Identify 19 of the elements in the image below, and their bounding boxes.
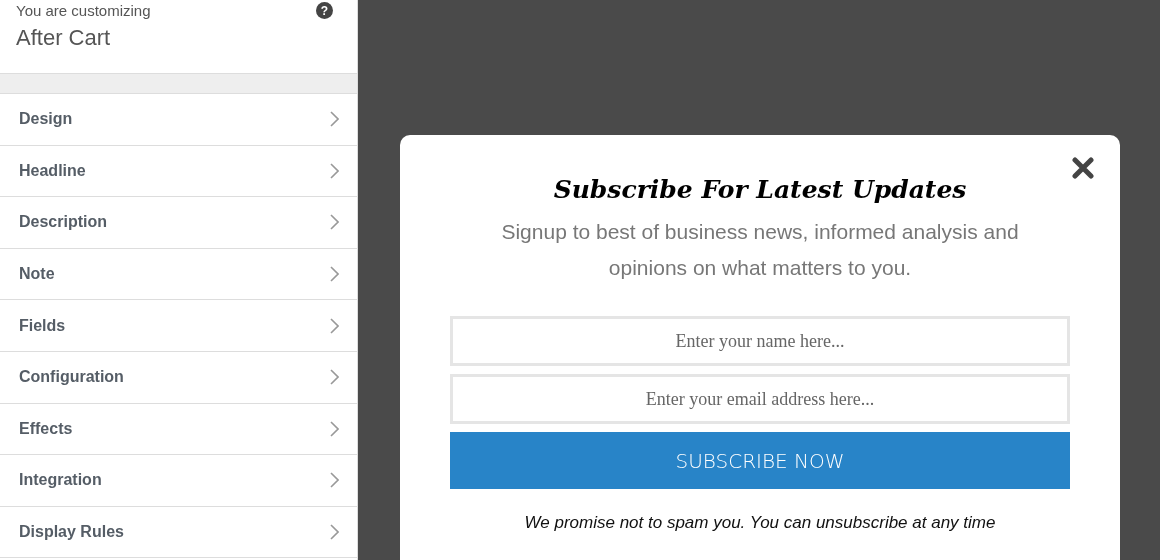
chevron-right-icon [329, 524, 339, 541]
chevron-right-icon [329, 214, 339, 231]
input-field[interactable]: Enter your email address here... [450, 374, 1070, 424]
chevron-right-icon [329, 420, 339, 437]
popup-description: Signup to best of business news, informed analysis and opinions on what matters to you. [500, 219, 1020, 281]
customizing-title: After Cart [16, 25, 112, 51]
chevron-right-icon [329, 162, 339, 179]
close-icon[interactable] [1072, 157, 1094, 179]
customizing-caption: You are customizing [16, 2, 151, 19]
chevron-right-icon [329, 266, 339, 283]
chevron-right-icon [329, 317, 339, 334]
privacy-note: We promise not to spam you. You can unsubscribe at any time [523, 513, 997, 533]
subscribe-button[interactable]: SUBSCRIBE NOW [450, 432, 1070, 489]
help-icon[interactable]: ? [316, 2, 333, 19]
chevron-right-icon [329, 472, 339, 489]
popup-headline: Subscribe For Latest Updates [553, 175, 967, 204]
chevron-right-icon [329, 111, 339, 128]
input-field[interactable]: Enter your name here... [450, 316, 1070, 366]
chevron-right-icon [329, 369, 339, 386]
